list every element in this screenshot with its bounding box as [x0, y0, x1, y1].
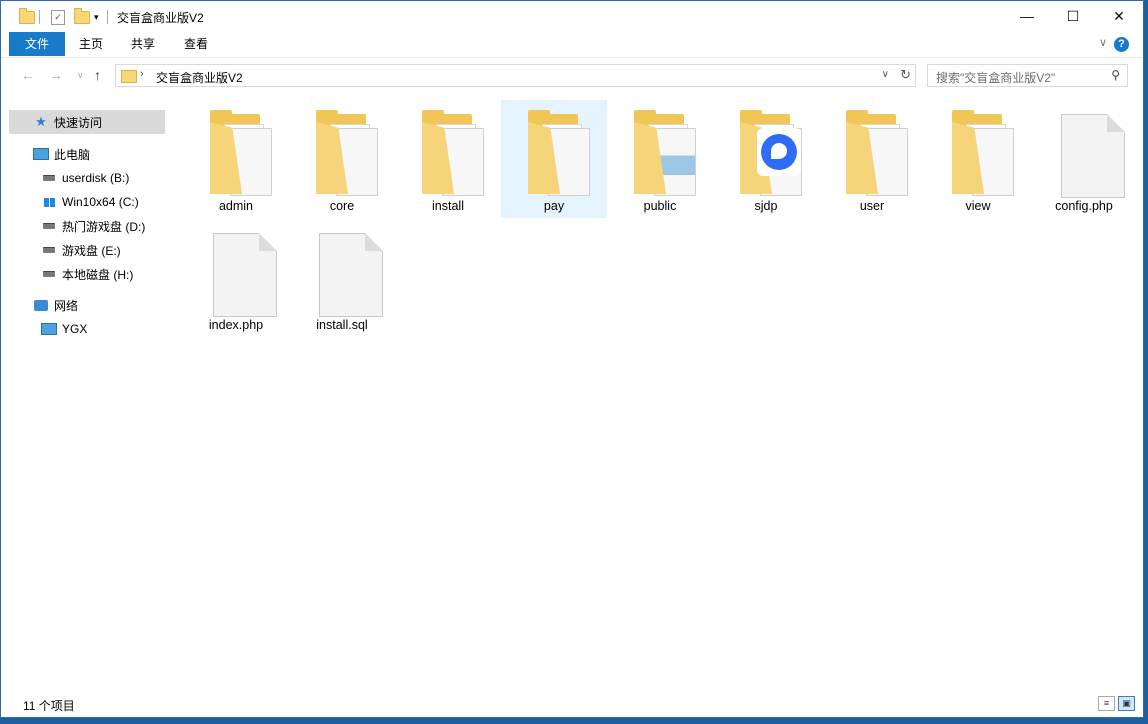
folder-item-public[interactable]: public — [607, 100, 713, 218]
sidebar-item-label: 网络 — [54, 298, 79, 313]
search-placeholder[interactable]: 搜索"交盲盒商业版V2" — [936, 69, 1055, 86]
sidebar-item-label: 热门游戏盘 (D:) — [62, 219, 146, 234]
large-icons-view-icon[interactable]: ▣ — [1118, 696, 1135, 711]
sidebar-item-drive-h[interactable]: 本地磁盘 (H:) — [9, 262, 165, 286]
item-label: public — [643, 199, 677, 213]
breadcrumb-chevron-icon[interactable]: › — [140, 68, 144, 80]
explorer-window: ✓ ▾ 交盲盒商业版V2 — ☐ ✕ 文件 主页 共享 查看 ∨ ? ← → ∨… — [0, 0, 1144, 718]
folder-item-pay[interactable]: pay — [501, 100, 607, 218]
properties-icon[interactable]: ✓ — [51, 8, 65, 26]
file-view: admin core install pay public sjdp user — [173, 94, 1127, 691]
file-item-install-sql[interactable]: install.sql — [289, 219, 395, 337]
folder-icon — [316, 110, 378, 196]
folder-icon — [528, 110, 590, 196]
details-view-icon[interactable]: ≡ — [1098, 696, 1115, 711]
item-label: sjdp — [754, 199, 778, 213]
folder-icon — [422, 110, 484, 196]
star-icon: ★ — [35, 114, 47, 129]
folder-item-core[interactable]: core — [289, 100, 395, 218]
sidebar-item-label: 此电脑 — [54, 147, 91, 162]
maximize-button[interactable]: ☐ — [1050, 1, 1096, 32]
customize-toolbar-chevron-icon[interactable]: ▾ — [94, 8, 99, 26]
address-bar[interactable]: › 交盲盒商业版V2 ∨ ↻ — [115, 64, 916, 87]
item-label: install — [432, 199, 464, 213]
up-arrow-icon[interactable]: ↑ — [94, 67, 101, 83]
back-arrow-icon[interactable]: ← — [21, 67, 35, 83]
breadcrumb-current[interactable]: 交盲盒商业版V2 — [156, 69, 243, 86]
item-label: admin — [218, 199, 254, 213]
sidebar-item-label: 快速访问 — [54, 115, 103, 130]
file-item-config-php[interactable]: config.php — [1031, 100, 1137, 218]
item-count: 11 个项目 — [23, 699, 75, 713]
navigation-bar: ← → ∨ ↑ › 交盲盒商业版V2 ∨ ↻ 搜索"交盲盒商业版V2" ⚲ — [1, 58, 1143, 94]
app-logo-icon — [757, 128, 801, 176]
tab-home[interactable]: 主页 — [71, 32, 111, 56]
refresh-icon[interactable]: ↻ — [900, 67, 911, 83]
search-icon[interactable]: ⚲ — [1111, 68, 1120, 82]
item-label: view — [965, 199, 991, 213]
sidebar-item-drive-e[interactable]: 游戏盘 (E:) — [9, 238, 165, 262]
folder-icon — [210, 110, 272, 196]
sidebar-item-label: 本地磁盘 (H:) — [62, 267, 134, 282]
sidebar-item-ygx[interactable]: YGX — [9, 317, 165, 341]
file-item-index-php[interactable]: index.php — [183, 219, 289, 337]
drive-icon — [41, 267, 57, 281]
expand-ribbon-chevron-icon[interactable]: ∨ — [1099, 36, 1107, 49]
sidebar-item-drive-c[interactable]: Win10x64 (C:) — [9, 190, 165, 214]
status-bar: 11 个项目 ≡ ▣ — [1, 691, 1143, 717]
item-label: pay — [543, 199, 565, 213]
forward-arrow-icon[interactable]: → — [49, 67, 63, 83]
new-folder-icon[interactable] — [74, 7, 90, 26]
folder-icon — [952, 110, 1014, 196]
windows-drive-icon — [41, 195, 57, 209]
address-dropdown-icon[interactable]: ∨ — [882, 69, 889, 80]
sidebar-item-quick-access[interactable]: ★ 快速访问 — [9, 110, 165, 134]
navigation-pane: ★ 快速访问 此电脑 userdisk (B:) Win10x64 (C:) 热… — [1, 94, 173, 691]
quick-access-folder-icon[interactable] — [19, 7, 35, 26]
item-label: user — [859, 199, 885, 213]
folder-item-install[interactable]: install — [395, 100, 501, 218]
folder-icon — [740, 110, 802, 196]
sidebar-item-label: 游戏盘 (E:) — [62, 243, 121, 258]
sidebar-item-this-pc[interactable]: 此电脑 — [9, 142, 165, 166]
pc-icon — [33, 147, 49, 161]
close-button[interactable]: ✕ — [1096, 1, 1142, 32]
tab-share[interactable]: 共享 — [123, 32, 163, 56]
drive-icon — [41, 171, 57, 185]
toolbar-separator — [107, 10, 108, 24]
tab-file[interactable]: 文件 — [9, 32, 65, 56]
address-folder-icon — [121, 70, 137, 83]
title-bar: ✓ ▾ 交盲盒商业版V2 — ☐ ✕ — [1, 1, 1143, 32]
toolbar-separator — [39, 10, 40, 24]
folder-item-user[interactable]: user — [819, 100, 925, 218]
sidebar-item-network[interactable]: 网络 — [9, 293, 165, 317]
folder-icon — [846, 110, 908, 196]
drive-icon — [41, 243, 57, 257]
minimize-button[interactable]: — — [1004, 1, 1050, 32]
drive-icon — [41, 219, 57, 233]
folder-item-admin[interactable]: admin — [183, 100, 289, 218]
network-icon — [33, 298, 49, 312]
help-icon[interactable]: ? — [1114, 37, 1129, 52]
sidebar-item-drive-b[interactable]: userdisk (B:) — [9, 166, 165, 190]
item-label: install.sql — [316, 318, 368, 332]
recent-locations-chevron-icon[interactable]: ∨ — [77, 70, 84, 81]
folder-item-view[interactable]: view — [925, 100, 1031, 218]
item-label: index.php — [208, 318, 264, 332]
sidebar-item-drive-d[interactable]: 热门游戏盘 (D:) — [9, 214, 165, 238]
folder-item-sjdp[interactable]: sjdp — [713, 100, 819, 218]
search-box[interactable]: 搜索"交盲盒商业版V2" ⚲ — [927, 64, 1128, 87]
sidebar-item-label: YGX — [62, 322, 88, 336]
computer-icon — [41, 322, 57, 336]
ribbon: 文件 主页 共享 查看 ∨ ? — [1, 32, 1143, 58]
sidebar-item-label: userdisk (B:) — [62, 171, 130, 185]
window-title: 交盲盒商业版V2 — [117, 11, 204, 25]
folder-icon — [634, 110, 696, 196]
sidebar-item-label: Win10x64 (C:) — [62, 195, 139, 209]
tab-view[interactable]: 查看 — [176, 32, 216, 56]
item-label: core — [329, 199, 355, 213]
item-label: config.php — [1055, 199, 1113, 213]
